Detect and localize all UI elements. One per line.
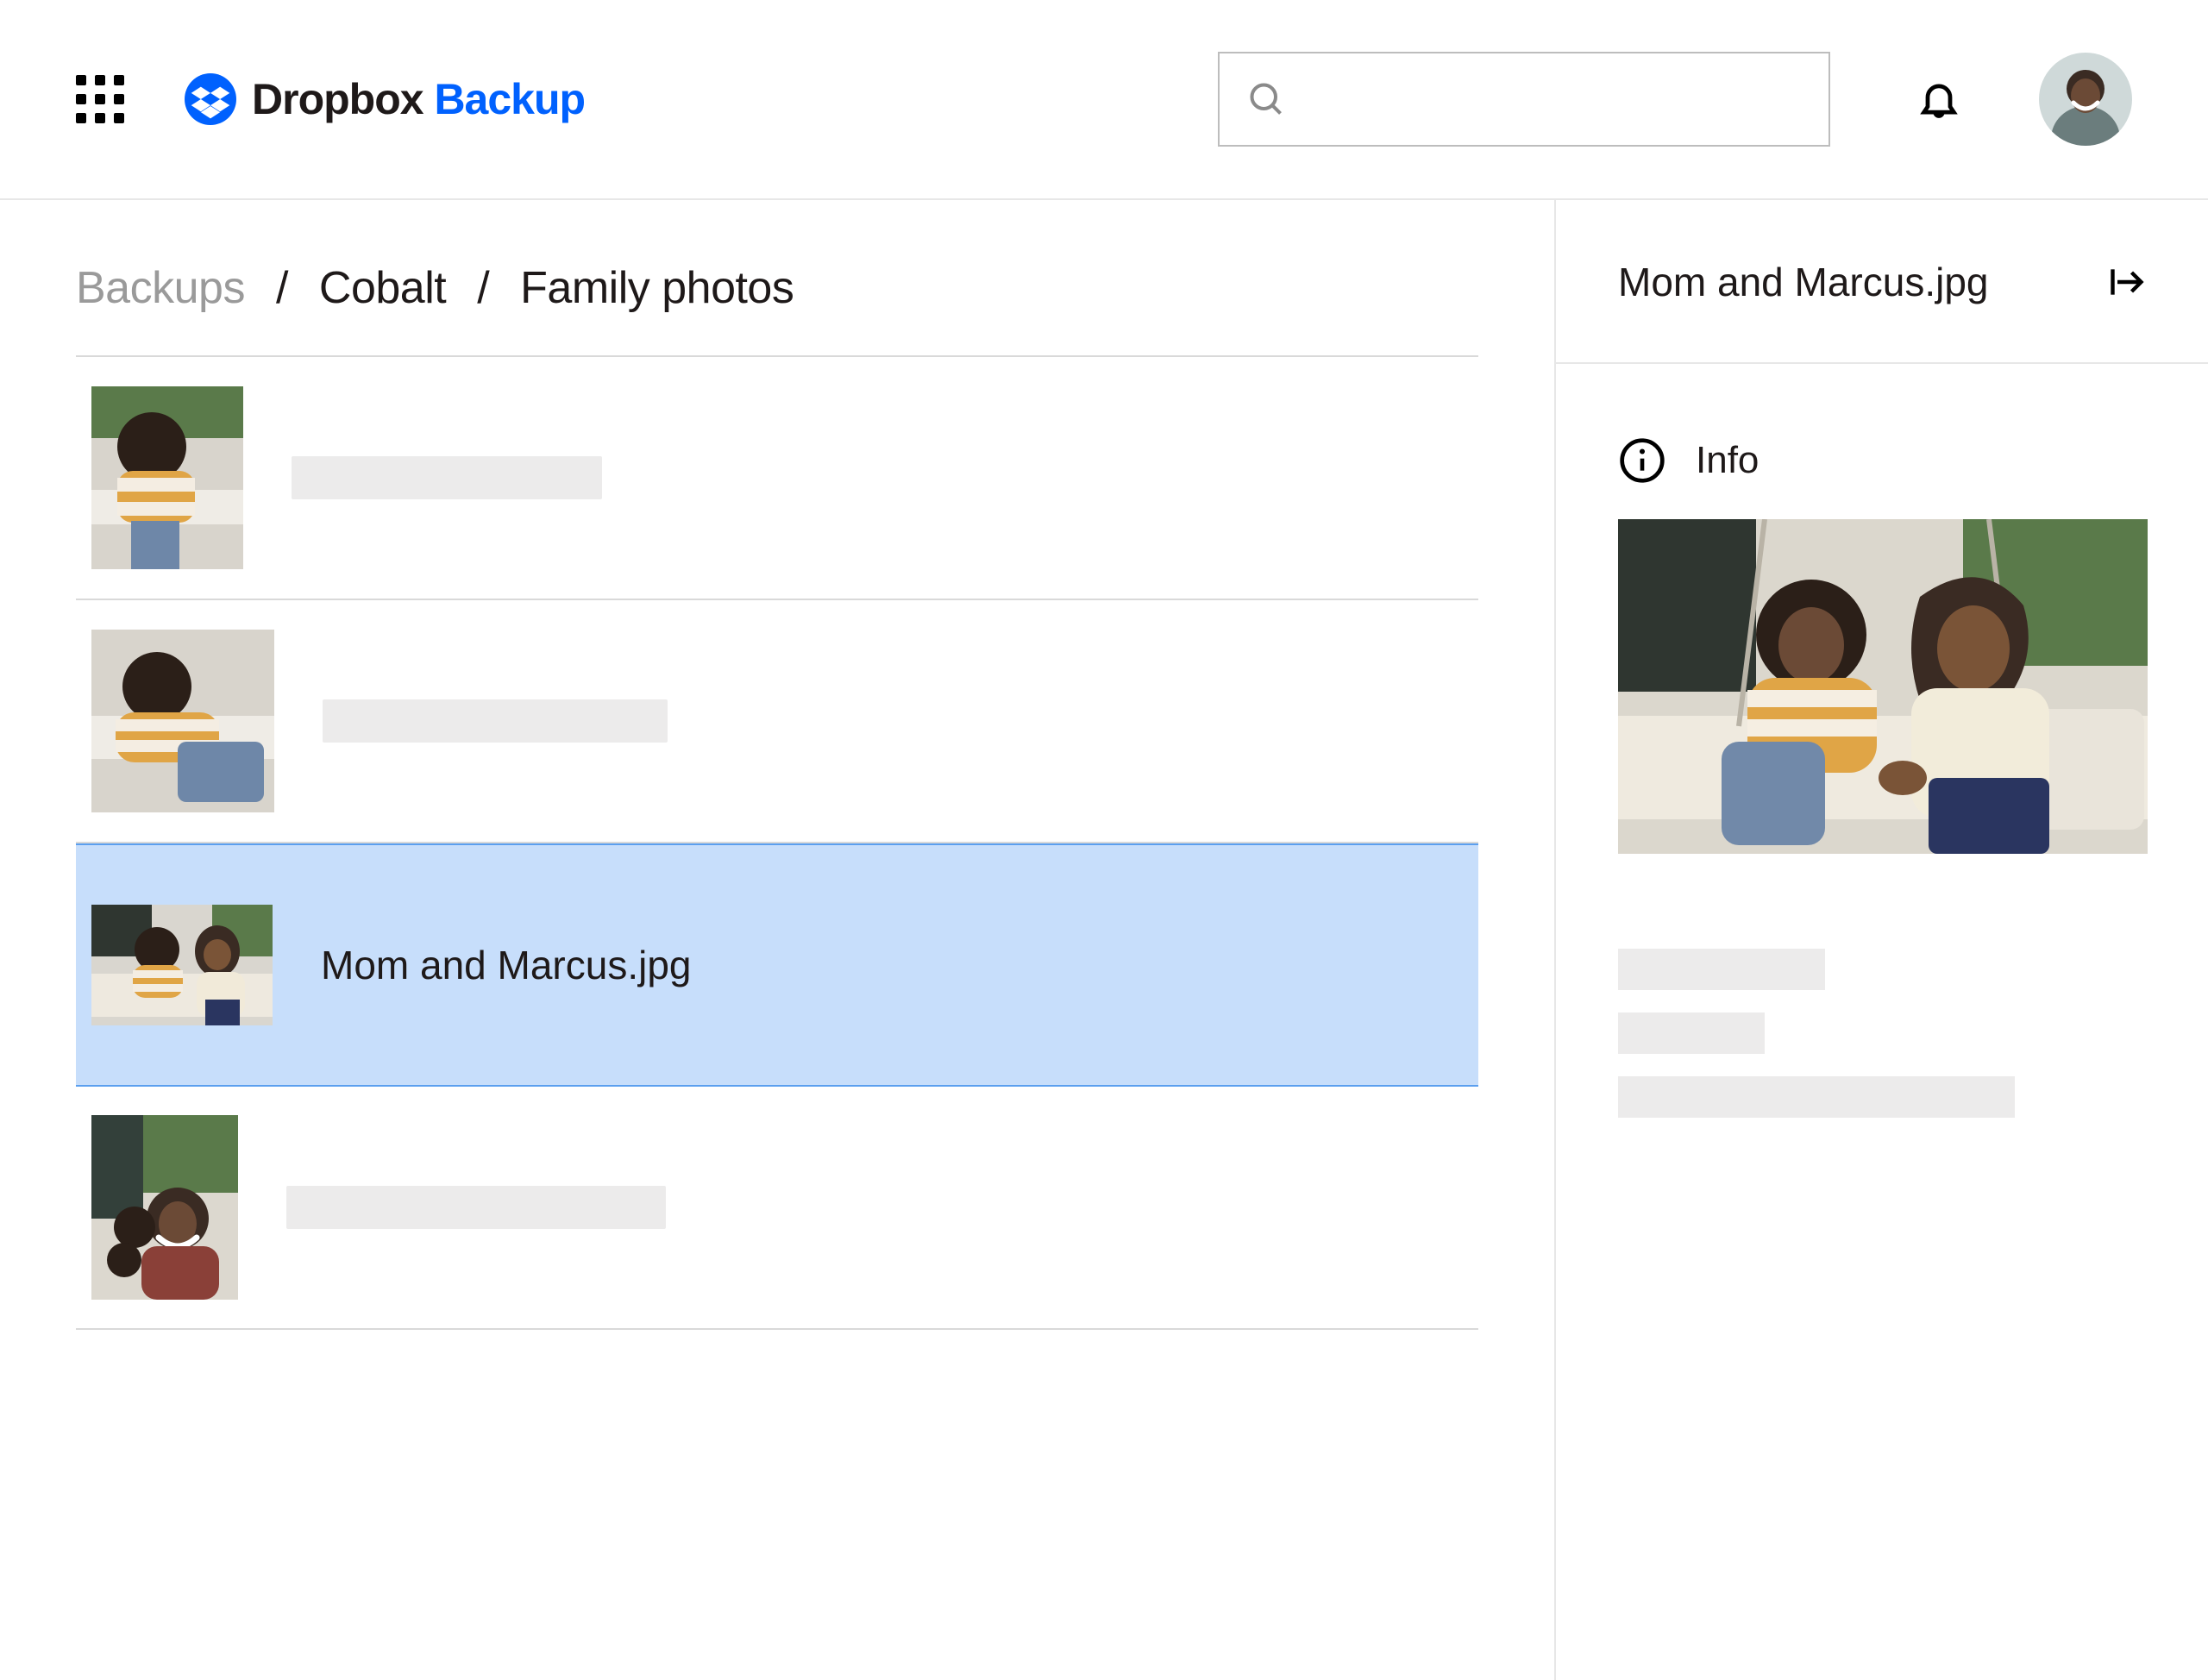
breadcrumb: Backups / Cobalt / Family photos [76, 262, 1478, 357]
search-input[interactable] [1306, 81, 1801, 117]
search-icon [1247, 80, 1285, 118]
breadcrumb-leaf[interactable]: Family photos [520, 262, 794, 314]
breadcrumb-mid[interactable]: Cobalt [319, 262, 446, 314]
meta-placeholder [1618, 1076, 2015, 1118]
main-content: Backups / Cobalt / Family photos [0, 200, 1554, 1680]
file-thumbnail [91, 386, 243, 569]
avatar[interactable] [2039, 53, 2132, 146]
dropbox-logo-icon [185, 73, 236, 125]
file-thumbnail [91, 630, 274, 812]
brand[interactable]: Dropbox Backup [185, 73, 585, 125]
app-header: Dropbox Backup [0, 0, 2208, 200]
file-name-placeholder [286, 1186, 666, 1229]
info-section-header: Info [1618, 436, 2146, 485]
brand-text: Dropbox Backup [252, 74, 585, 124]
collapse-panel-icon[interactable] [2108, 263, 2146, 301]
details-title: Mom and Marcus.jpg [1618, 259, 1989, 305]
file-name-placeholder [292, 456, 602, 499]
file-name-placeholder [323, 699, 668, 743]
file-row[interactable]: Mom and Marcus.jpg [76, 843, 1478, 1087]
details-panel: Mom and Marcus.jpg Info [1554, 200, 2208, 1680]
breadcrumb-sep: / [477, 262, 489, 314]
file-row[interactable] [76, 357, 1478, 600]
breadcrumb-root[interactable]: Backups [76, 262, 245, 314]
meta-placeholder [1618, 949, 1825, 990]
file-name: Mom and Marcus.jpg [321, 942, 692, 988]
app-launcher-icon[interactable] [76, 75, 124, 123]
file-thumbnail [91, 1115, 238, 1300]
details-meta [1618, 949, 2146, 1118]
breadcrumb-sep: / [276, 262, 288, 314]
file-row[interactable] [76, 1087, 1478, 1330]
file-thumbnail [91, 905, 273, 1025]
notifications-icon[interactable] [1916, 77, 1961, 122]
meta-placeholder [1618, 1012, 1765, 1054]
file-row[interactable] [76, 600, 1478, 843]
info-icon [1618, 436, 1666, 485]
info-label: Info [1696, 439, 1759, 482]
search-box[interactable] [1218, 52, 1830, 147]
details-preview[interactable] [1618, 519, 2148, 854]
